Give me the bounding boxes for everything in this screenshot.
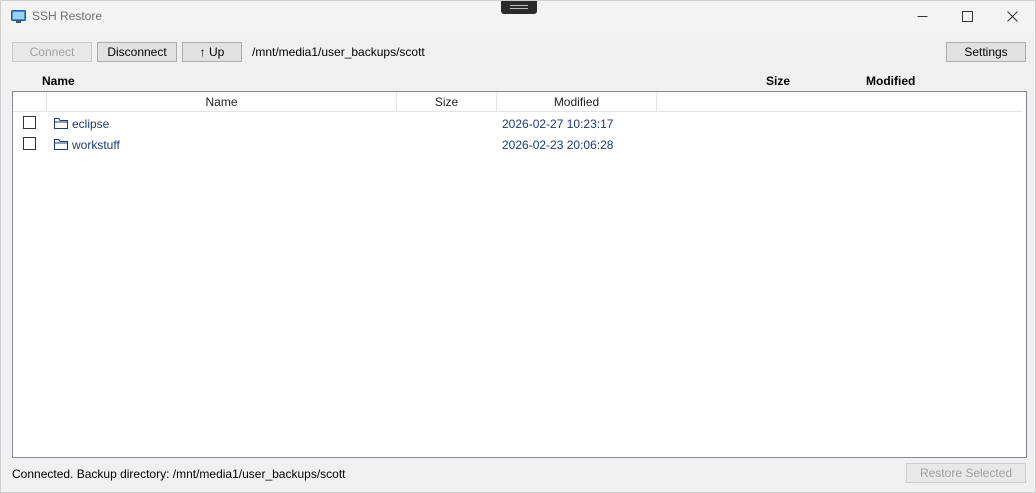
restore-selected-button[interactable]: Restore Selected	[906, 463, 1026, 483]
maximize-icon	[961, 11, 973, 22]
current-path: /mnt/media1/user_backups/scott	[252, 45, 425, 59]
disconnect-button[interactable]: Disconnect	[97, 42, 177, 62]
row-name: eclipse	[72, 117, 110, 131]
column-header-size[interactable]: Size	[397, 92, 497, 112]
drag-grip-icon[interactable]	[501, 1, 537, 14]
row-modified: 2026-02-23 20:06:28	[502, 138, 614, 152]
row-name: workstuff	[72, 138, 120, 152]
minimize-icon	[917, 16, 927, 17]
file-list[interactable]: Name Size Modified eclipse 2026-02-27 10…	[12, 91, 1027, 458]
up-button[interactable]: ↑ Up	[182, 42, 242, 62]
list-header: Name Size Modified	[13, 92, 1022, 112]
outer-header-size: Size	[766, 74, 791, 88]
column-header-modified[interactable]: Modified	[497, 92, 657, 112]
table-row[interactable]: eclipse 2026-02-27 10:23:17	[13, 113, 1022, 134]
folder-icon	[54, 139, 68, 150]
window-title: SSH Restore	[32, 9, 103, 23]
outer-header-name: Name	[42, 74, 75, 88]
connect-button[interactable]: Connect	[12, 42, 92, 62]
settings-button[interactable]: Settings	[946, 42, 1026, 62]
title-bar[interactable]: SSH Restore	[1, 1, 1035, 32]
app-window: SSH Restore Connect Disconnect ↑ Up /mnt…	[0, 0, 1036, 493]
column-header-check[interactable]	[13, 92, 47, 112]
app-icon	[11, 10, 26, 23]
maximize-button[interactable]	[944, 1, 990, 32]
outer-header-modified: Modified	[866, 74, 916, 88]
row-checkbox[interactable]	[23, 116, 36, 129]
row-modified: 2026-02-27 10:23:17	[502, 117, 614, 131]
folder-icon	[54, 118, 68, 129]
column-header-name[interactable]: Name	[47, 92, 397, 112]
status-text: Connected. Backup directory: /mnt/media1…	[12, 467, 346, 481]
minimize-button[interactable]	[899, 1, 945, 32]
table-row[interactable]: workstuff 2026-02-23 20:06:28	[13, 134, 1022, 155]
close-icon	[1006, 11, 1018, 22]
row-checkbox[interactable]	[23, 137, 36, 150]
close-button[interactable]	[989, 1, 1035, 32]
